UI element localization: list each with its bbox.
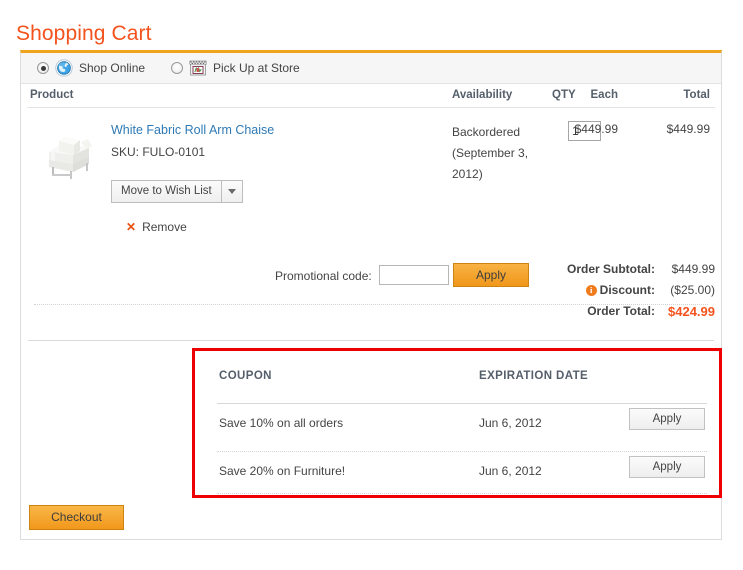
coupon-table-header: COUPON EXPIRATION DATE bbox=[195, 351, 719, 399]
shipping-option-bar: Shop Online bbox=[21, 53, 721, 84]
column-header-qty: QTY bbox=[552, 89, 576, 101]
promotional-code-input[interactable] bbox=[379, 265, 449, 285]
column-header-each: Each bbox=[591, 89, 619, 101]
divider bbox=[217, 493, 707, 494]
coupon-expiration-date: Jun 6, 2012 bbox=[479, 464, 542, 478]
product-availability: Backordered (September 3, 2012) bbox=[452, 122, 536, 185]
column-header-coupon: COUPON bbox=[219, 370, 272, 382]
column-header-total: Total bbox=[683, 89, 710, 101]
discount-value: ($25.00) bbox=[670, 283, 715, 297]
order-subtotal-value: $449.99 bbox=[672, 262, 715, 276]
shipping-option-pick-up-at-store[interactable]: Pick Up at Store bbox=[171, 53, 300, 83]
order-subtotal-label: Order Subtotal: bbox=[567, 262, 655, 276]
chevron-down-icon bbox=[228, 189, 236, 194]
radio-shop-online[interactable] bbox=[37, 62, 49, 74]
order-total-label: Order Total: bbox=[587, 304, 655, 318]
coupon-name: Save 10% on all orders bbox=[219, 416, 343, 430]
product-sku: SKU: FULO-0101 bbox=[111, 145, 411, 160]
promo-and-totals-area: Promotional code: Apply Order Subtotal: … bbox=[21, 258, 721, 328]
shipping-option-shop-online[interactable]: Shop Online bbox=[37, 53, 145, 83]
apply-coupon-button[interactable]: Apply bbox=[629, 408, 705, 430]
remove-item-link[interactable]: ✕ Remove bbox=[126, 220, 187, 234]
move-to-wish-list-button[interactable]: Move to Wish List bbox=[111, 180, 221, 203]
coupon-name: Save 20% on Furniture! bbox=[219, 464, 345, 478]
wish-list-dropdown-toggle[interactable] bbox=[221, 180, 243, 203]
coupon-expiration-date: Jun 6, 2012 bbox=[479, 416, 542, 430]
discount-label-text: Discount: bbox=[600, 283, 655, 297]
shopping-cart-page: Shopping Cart Shop Online bbox=[0, 0, 743, 570]
list-item: Save 20% on Furniture! Jun 6, 2012 Apply bbox=[195, 447, 719, 495]
remove-item-label: Remove bbox=[142, 220, 187, 234]
info-icon[interactable]: i bbox=[586, 285, 597, 296]
checkout-button[interactable]: Checkout bbox=[29, 505, 124, 530]
cart-panel: Shop Online bbox=[20, 50, 722, 540]
discount-line: i Discount: ($25.00) bbox=[495, 283, 715, 304]
shipping-option-label: Shop Online bbox=[79, 61, 145, 75]
product-total-price: $449.99 bbox=[667, 122, 710, 136]
order-subtotal-line: Order Subtotal: $449.99 bbox=[495, 262, 715, 283]
table-row: White Fabric Roll Arm Chaise SKU: FULO-0… bbox=[27, 108, 715, 249]
order-total-value: $424.99 bbox=[668, 304, 715, 319]
page-title: Shopping Cart bbox=[16, 22, 152, 46]
column-header-product: Product bbox=[30, 89, 73, 101]
discount-label: i Discount: bbox=[586, 283, 655, 297]
order-totals: Order Subtotal: $449.99 i Discount: ($25… bbox=[495, 262, 715, 325]
promotional-code-label: Promotional code: bbox=[275, 269, 372, 283]
product-name-link[interactable]: White Fabric Roll Arm Chaise bbox=[111, 122, 411, 138]
store-icon bbox=[189, 59, 207, 77]
product-info: White Fabric Roll Arm Chaise SKU: FULO-0… bbox=[111, 122, 411, 160]
close-icon: ✕ bbox=[126, 221, 136, 233]
column-header-availability: Availability bbox=[452, 89, 512, 101]
cart-table-header: Product Availability QTY Each Total bbox=[27, 84, 715, 108]
product-each-price: $449.99 bbox=[575, 122, 618, 136]
apply-coupon-button[interactable]: Apply bbox=[629, 456, 705, 478]
shipping-option-label: Pick Up at Store bbox=[213, 61, 300, 75]
globe-icon bbox=[55, 59, 73, 77]
list-item: Save 10% on all orders Jun 6, 2012 Apply bbox=[195, 399, 719, 447]
column-header-expiration-date: EXPIRATION DATE bbox=[479, 370, 588, 382]
move-to-wish-list-group: Move to Wish List bbox=[111, 180, 243, 203]
product-thumbnail[interactable] bbox=[33, 122, 103, 188]
radio-pick-up-at-store[interactable] bbox=[171, 62, 183, 74]
coupon-panel: COUPON EXPIRATION DATE Save 10% on all o… bbox=[192, 348, 722, 498]
divider bbox=[28, 340, 714, 341]
order-total-line: Order Total: $424.99 bbox=[495, 304, 715, 325]
